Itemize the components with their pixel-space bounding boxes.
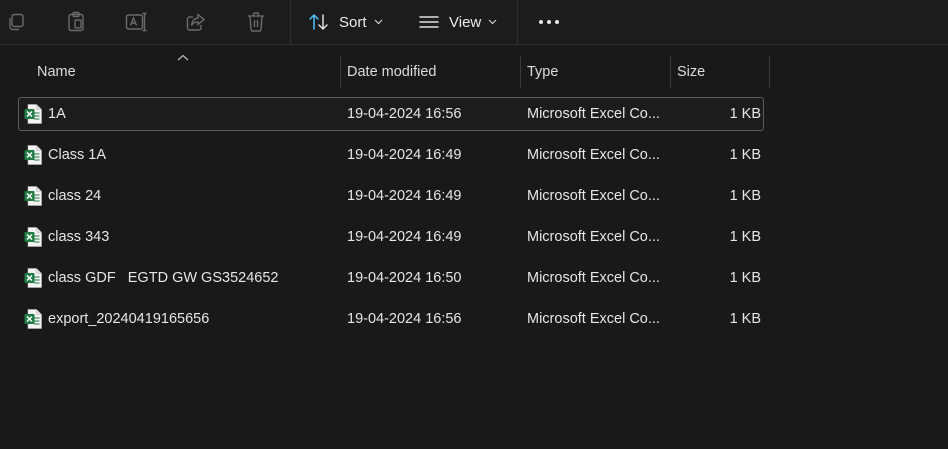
- file-date-modified: 19-04-2024 16:50: [347, 270, 462, 286]
- file-size: 1 KB: [729, 147, 761, 163]
- file-date-modified: 19-04-2024 16:56: [347, 311, 462, 327]
- command-bar: Sort View: [0, 0, 948, 45]
- file-name: class GDF EGTD GW GS3524652: [48, 270, 279, 286]
- file-type: Microsoft Excel Co...: [527, 270, 660, 286]
- file-size: 1 KB: [729, 188, 761, 204]
- file-name: class 24: [48, 188, 102, 204]
- file-row[interactable]: 1A 19-04-2024 16:56 Microsoft Excel Co..…: [18, 97, 764, 131]
- sort-button[interactable]: Sort: [308, 8, 383, 36]
- column-header-size[interactable]: Size: [670, 56, 770, 88]
- copy-icon[interactable]: [4, 10, 28, 34]
- toolbar-separator: [290, 0, 291, 44]
- file-row[interactable]: class 343 19-04-2024 16:49 Microsoft Exc…: [18, 220, 764, 254]
- more-icon[interactable]: [537, 12, 561, 32]
- view-list-icon: [419, 16, 439, 28]
- file-name: 1A: [48, 106, 66, 122]
- view-button[interactable]: View: [418, 8, 497, 36]
- sort-icon: [309, 14, 328, 30]
- rename-icon[interactable]: [124, 10, 148, 34]
- file-type: Microsoft Excel Co...: [527, 147, 660, 163]
- file-date-modified: 19-04-2024 16:49: [347, 188, 462, 204]
- excel-file-icon: [24, 104, 42, 124]
- share-icon[interactable]: [184, 10, 208, 34]
- file-date-modified: 19-04-2024 16:49: [347, 229, 462, 245]
- toolbar-separator: [517, 0, 518, 44]
- column-header-date-modified[interactable]: Date modified: [340, 56, 521, 88]
- view-label: View: [449, 13, 482, 31]
- column-header-type[interactable]: Type: [520, 56, 671, 88]
- file-date-modified: 19-04-2024 16:56: [347, 106, 462, 122]
- sort-label: Sort: [339, 13, 367, 31]
- file-name: class 343: [48, 229, 110, 245]
- file-size: 1 KB: [729, 106, 761, 122]
- excel-file-icon: [24, 227, 42, 247]
- chevron-down-icon: [488, 19, 497, 25]
- file-size: 1 KB: [729, 229, 761, 245]
- excel-file-icon: [24, 186, 42, 206]
- file-type: Microsoft Excel Co...: [527, 106, 660, 122]
- chevron-down-icon: [374, 19, 382, 25]
- excel-file-icon: [24, 309, 42, 329]
- file-row[interactable]: class 24 19-04-2024 16:49 Microsoft Exce…: [18, 179, 764, 213]
- file-row[interactable]: Class 1A 19-04-2024 16:49 Microsoft Exce…: [18, 138, 764, 172]
- file-row[interactable]: export_20240419165656 19-04-2024 16:56 M…: [18, 302, 764, 336]
- file-name: Class 1A: [48, 147, 107, 163]
- file-type: Microsoft Excel Co...: [527, 311, 660, 327]
- file-size: 1 KB: [729, 311, 761, 327]
- column-header-name[interactable]: Name: [30, 56, 341, 88]
- column-header-row: Name Date modified Type Size: [0, 56, 770, 88]
- file-type: Microsoft Excel Co...: [527, 188, 660, 204]
- file-name: export_20240419165656: [48, 311, 210, 327]
- delete-icon[interactable]: [244, 10, 268, 34]
- file-date-modified: 19-04-2024 16:49: [347, 147, 462, 163]
- paste-icon[interactable]: [64, 10, 88, 34]
- file-row[interactable]: class GDF EGTD GW GS3524652 19-04-2024 1…: [18, 261, 764, 295]
- excel-file-icon: [24, 145, 42, 165]
- file-size: 1 KB: [729, 270, 761, 286]
- file-type: Microsoft Excel Co...: [527, 229, 660, 245]
- excel-file-icon: [24, 268, 42, 288]
